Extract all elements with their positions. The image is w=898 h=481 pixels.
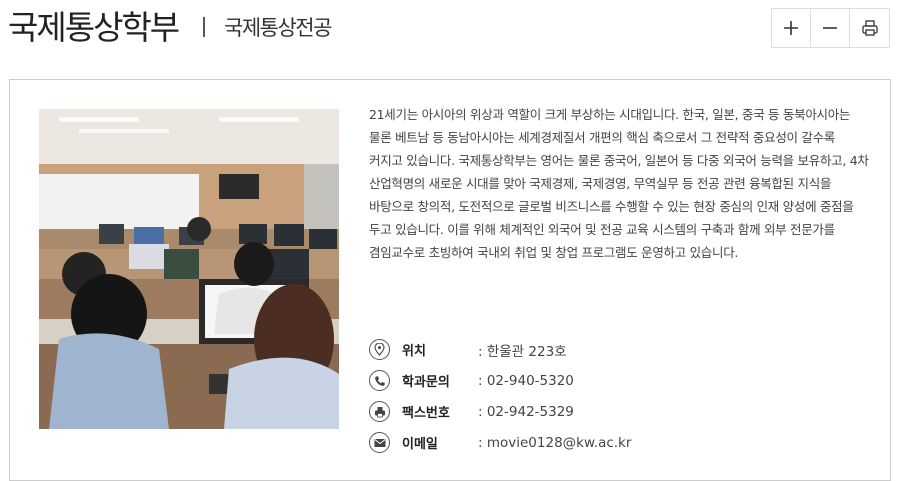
department-info-box: 21세기는 아시아의 위상과 역할이 크게 부상하는 시대입니다. 한국, 일본… xyxy=(9,79,891,481)
computer-lab-photo xyxy=(39,109,339,429)
contact-list: 위치 : 한울관 223호 학과문의 : 02-940-5320 팩스번호 : … xyxy=(369,334,631,458)
contact-value: : 02-940-5320 xyxy=(478,372,574,389)
page-title: 국제통상학부 xyxy=(8,8,180,47)
contact-value: : movie0128@kw.ac.kr xyxy=(478,434,632,451)
printer-icon xyxy=(861,20,878,36)
contact-row-phone: 학과문의 : 02-940-5320 xyxy=(369,365,631,396)
contact-row-location: 위치 : 한울관 223호 xyxy=(369,334,631,365)
zoom-out-button[interactable] xyxy=(811,9,850,47)
email-icon xyxy=(369,432,390,453)
department-description: 21세기는 아시아의 위상과 역할이 크게 부상하는 시대입니다. 한국, 일본… xyxy=(369,107,869,260)
plus-icon xyxy=(784,21,798,35)
title-divider xyxy=(203,17,205,37)
contact-row-email: 이메일 : movie0128@kw.ac.kr xyxy=(369,427,631,458)
contact-row-fax: 팩스번호 : 02-942-5329 xyxy=(369,396,631,427)
print-button[interactable] xyxy=(850,9,889,47)
page-subtitle: 국제통상전공 xyxy=(224,16,332,40)
contact-label: 위치 xyxy=(402,344,426,359)
minus-icon xyxy=(823,27,837,29)
page-tools xyxy=(771,8,890,48)
contact-label: 팩스번호 xyxy=(402,406,450,421)
zoom-in-button[interactable] xyxy=(772,9,811,47)
contact-label: 학과문의 xyxy=(402,375,450,390)
contact-value: : 한울관 223호 xyxy=(478,343,567,360)
location-pin-icon xyxy=(369,339,390,360)
contact-value: : 02-942-5329 xyxy=(478,403,574,420)
contact-label: 이메일 xyxy=(402,437,438,452)
fax-icon xyxy=(369,401,390,422)
phone-icon xyxy=(369,370,390,391)
